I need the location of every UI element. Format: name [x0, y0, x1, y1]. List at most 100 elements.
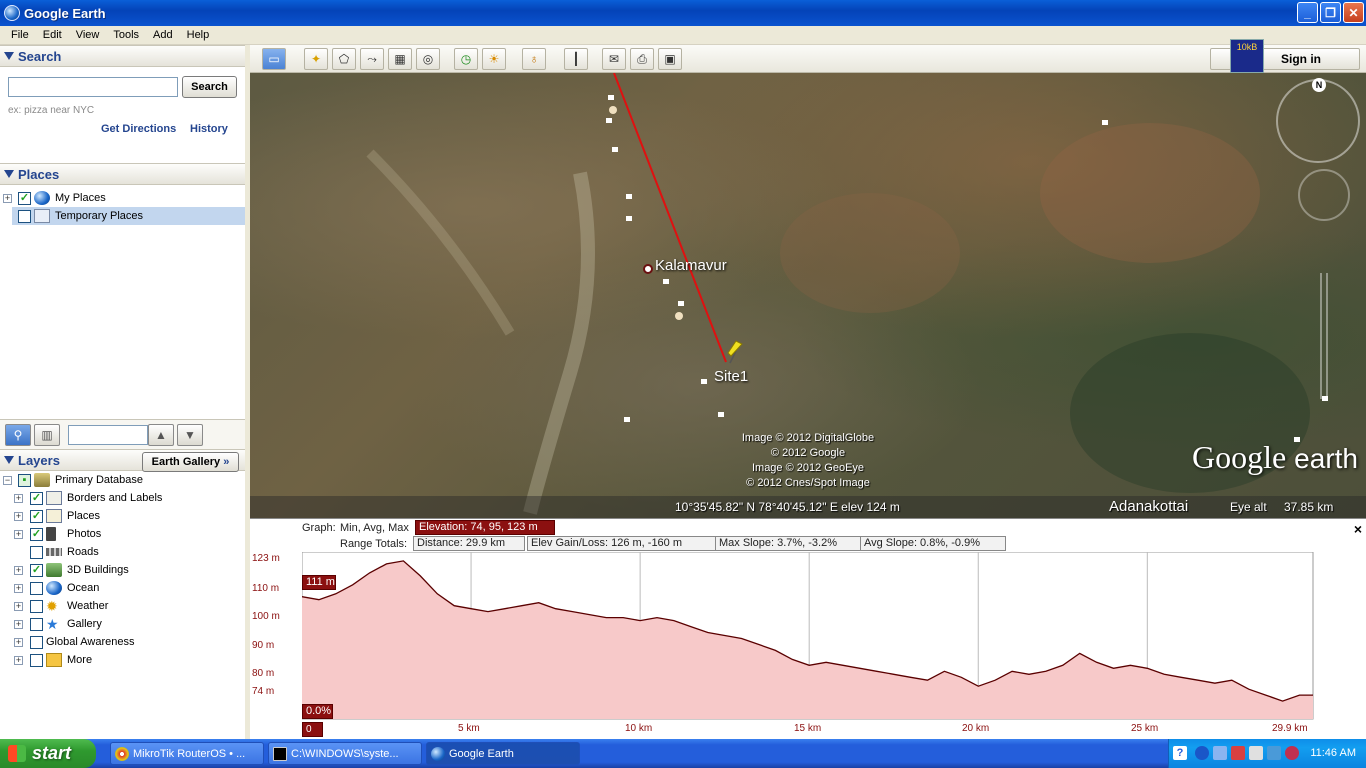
email-button[interactable]: ✉	[602, 48, 626, 70]
list-item[interactable]: + Ocean	[0, 579, 245, 597]
list-item[interactable]: + ✓ Places	[0, 507, 245, 525]
checkbox[interactable]: ✓	[30, 491, 43, 505]
print-button[interactable]: ⎙	[630, 48, 654, 70]
search-places-button[interactable]: ⚲	[5, 424, 31, 446]
list-item[interactable]: Roads	[0, 543, 245, 561]
task-mikrotik[interactable]: MikroTik RouterOS • ...	[110, 742, 264, 765]
chevron-left-icon[interactable]	[1195, 746, 1209, 760]
places-section-header[interactable]: Places	[0, 163, 245, 185]
earth-gallery-button[interactable]: Earth Gallery »	[142, 452, 239, 472]
help-icon[interactable]: ?	[1173, 746, 1187, 760]
checkbox[interactable]: ✓	[18, 191, 31, 205]
historical-imagery-button[interactable]: ◷	[454, 48, 478, 70]
sidebar-toggle-button[interactable]: ▭	[262, 48, 286, 70]
list-item[interactable]: Temporary Places	[12, 207, 245, 225]
zoom-slider[interactable]	[1320, 273, 1328, 399]
list-item[interactable]: + Global Awareness	[0, 633, 245, 651]
menu-add[interactable]: Add	[146, 29, 180, 41]
checkbox[interactable]	[18, 209, 31, 223]
expand-icon[interactable]: +	[14, 529, 23, 539]
expand-icon[interactable]: +	[14, 619, 23, 629]
search-section-header[interactable]: Search	[0, 45, 245, 67]
expand-icon[interactable]: +	[14, 655, 23, 665]
list-item[interactable]: + ✓ Borders and Labels	[0, 489, 245, 507]
look-joystick[interactable]	[1298, 169, 1350, 221]
expand-icon[interactable]: +	[14, 511, 23, 521]
checkbox[interactable]	[30, 599, 43, 613]
places-header-label: Places	[18, 166, 60, 182]
menu-help[interactable]: Help	[180, 29, 217, 41]
view-in-maps-button[interactable]: ▣	[658, 48, 682, 70]
move-down-button[interactable]: ▼	[177, 424, 203, 446]
north-indicator[interactable]: N	[1312, 78, 1326, 92]
layers-section-header[interactable]: Layers Earth Gallery »	[0, 449, 245, 472]
list-item[interactable]: + ✓ My Places	[0, 189, 245, 207]
close-profile-icon[interactable]: ×	[1354, 521, 1362, 537]
search-input[interactable]	[8, 77, 178, 97]
menu-file[interactable]: File	[4, 29, 36, 41]
list-item[interactable]: + ✓ Photos	[0, 525, 245, 543]
checkbox[interactable]	[30, 545, 43, 559]
image-overlay-button[interactable]: ▦	[388, 48, 412, 70]
expand-icon[interactable]: +	[3, 193, 12, 203]
expand-icon[interactable]: +	[14, 583, 23, 593]
menu-edit[interactable]: Edit	[36, 29, 69, 41]
planets-button[interactable]: ♁	[522, 48, 546, 70]
menu-tools[interactable]: Tools	[106, 29, 146, 41]
minimize-button[interactable]: _	[1297, 2, 1318, 23]
checkbox[interactable]	[30, 635, 43, 649]
maximize-button[interactable]: ❐	[1320, 2, 1341, 23]
antivirus-icon[interactable]	[1285, 746, 1299, 760]
list-item[interactable]: + ✓ 3D Buildings	[0, 561, 245, 579]
checkbox[interactable]: ✓	[30, 563, 43, 577]
ruler-button[interactable]: ┃	[564, 48, 588, 70]
network-icon[interactable]	[1213, 746, 1227, 760]
add-polygon-button[interactable]: ⬠	[332, 48, 356, 70]
list-item[interactable]: − ▪ Primary Database	[0, 471, 245, 489]
kalamavur-point-icon	[643, 264, 653, 274]
add-placemark-button[interactable]: ✦	[304, 48, 328, 70]
task-cmd[interactable]: C:\WINDOWS\syste...	[268, 742, 422, 765]
expand-icon[interactable]: +	[14, 601, 23, 611]
elevation-stats: Elevation: 74, 95, 123 m	[415, 520, 555, 535]
credit-line: Image © 2012 GeoEye	[751, 462, 865, 474]
task-google-earth[interactable]: Google Earth	[426, 742, 580, 765]
start-button[interactable]: start	[0, 739, 96, 768]
expand-icon[interactable]: +	[14, 637, 23, 647]
record-tour-button[interactable]: ◎	[416, 48, 440, 70]
expand-icon[interactable]: +	[14, 565, 23, 575]
volume-icon[interactable]	[1249, 746, 1263, 760]
panel-toggle-button[interactable]: ▥	[34, 424, 60, 446]
place-label-kalamavur[interactable]: Kalamavur	[655, 257, 727, 274]
y-tick-label: 90 m	[252, 640, 275, 651]
get-directions-link[interactable]: Get Directions	[101, 123, 176, 135]
close-button[interactable]: ✕	[1343, 2, 1364, 23]
add-path-button[interactable]: ⤳	[360, 48, 384, 70]
collapse-icon[interactable]: −	[3, 475, 12, 485]
search-button[interactable]: Search	[182, 76, 237, 98]
checkbox[interactable]: ✓	[30, 509, 43, 523]
menu-view[interactable]: View	[69, 29, 107, 41]
graph-modes[interactable]: Min, Avg, Max	[340, 522, 409, 534]
place-label-site1[interactable]: Site1	[714, 368, 748, 385]
checkbox[interactable]	[30, 617, 43, 631]
places-filter-input[interactable]	[68, 425, 148, 445]
checkbox[interactable]	[30, 581, 43, 595]
map-view[interactable]: Kalamavur Site1 Image © 2012 DigitalGlob…	[250, 73, 1366, 518]
list-item[interactable]: + More	[0, 651, 245, 669]
security-icon[interactable]	[1231, 746, 1245, 760]
connection-icon[interactable]	[1267, 746, 1281, 760]
checkbox[interactable]: ✓	[30, 527, 43, 541]
sunlight-button[interactable]: ☀	[482, 48, 506, 70]
profile-chart[interactable]	[302, 552, 1314, 720]
checkbox[interactable]	[30, 653, 43, 667]
expand-icon[interactable]: +	[14, 493, 23, 503]
list-item[interactable]: + ✹ Weather	[0, 597, 245, 615]
history-link[interactable]: History	[190, 123, 228, 135]
photo-marker-icon	[675, 312, 683, 320]
move-up-button[interactable]: ▲	[148, 424, 174, 446]
tree-label: Temporary Places	[55, 210, 144, 222]
checkbox[interactable]: ▪	[18, 473, 31, 487]
places-nav-bar: ⚲ ▥ ▲ ▼	[0, 419, 245, 449]
list-item[interactable]: + ★ Gallery	[0, 615, 245, 633]
